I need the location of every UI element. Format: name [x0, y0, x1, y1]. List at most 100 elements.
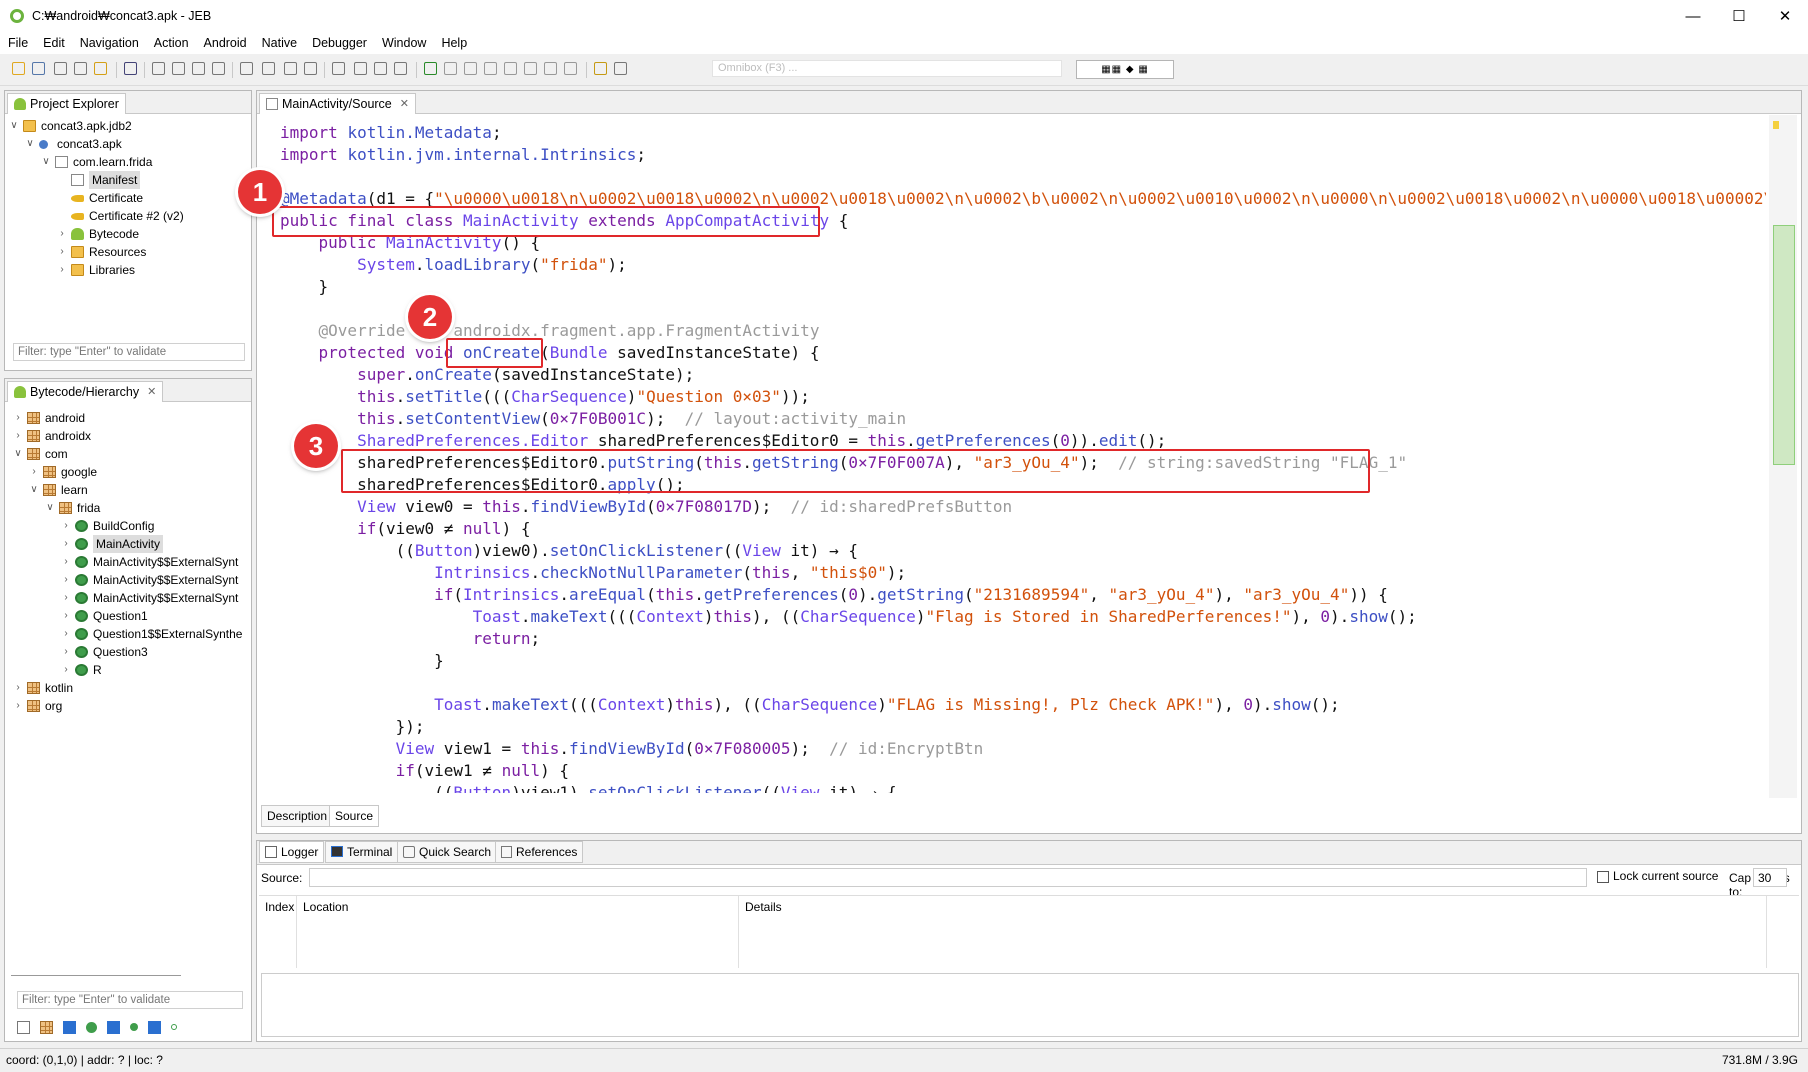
- expanded-chevron-icon[interactable]: ∨: [41, 153, 51, 171]
- code-line[interactable]: this.setContentView(0×7F0B001C); // layo…: [280, 408, 1766, 430]
- graph-icon[interactable]: [374, 62, 387, 75]
- tree-item[interactable]: › BuildConfig: [7, 517, 249, 535]
- memory-usage[interactable]: 731.8M / 3.9G: [1722, 1053, 1798, 1067]
- hierarchy-filter-input[interactable]: Filter: type "Enter" to validate: [17, 991, 243, 1009]
- collapsed-chevron-icon[interactable]: ›: [13, 409, 23, 427]
- tree-item[interactable]: › google: [7, 463, 249, 481]
- code-line[interactable]: });: [280, 716, 1766, 738]
- code-line[interactable]: [280, 298, 1766, 320]
- expanded-chevron-icon[interactable]: ∨: [25, 135, 35, 153]
- collapsed-chevron-icon[interactable]: ›: [57, 243, 67, 261]
- tree-item[interactable]: › androidx: [7, 427, 249, 445]
- close-tab-icon[interactable]: ✕: [400, 97, 409, 110]
- details-text-area[interactable]: [261, 973, 1799, 1037]
- import-icon[interactable]: [152, 62, 165, 75]
- close-tab-icon[interactable]: ✕: [147, 385, 156, 398]
- settings-icon[interactable]: [54, 62, 67, 75]
- forward-icon[interactable]: [212, 62, 225, 75]
- expanded-chevron-icon[interactable]: ∨: [9, 117, 19, 135]
- tab-terminal[interactable]: Terminal: [325, 841, 399, 863]
- cap-results-input[interactable]: 30: [1753, 868, 1787, 887]
- comment-icon[interactable]: [284, 62, 297, 75]
- tree-item[interactable]: › Question3: [7, 643, 249, 661]
- tree-item[interactable]: › android: [7, 409, 249, 427]
- collapsed-chevron-icon[interactable]: ›: [61, 661, 71, 679]
- code-line[interactable]: ((Button)view1).setOnClickListener((View…: [280, 782, 1766, 793]
- expanded-chevron-icon[interactable]: ∨: [45, 499, 55, 517]
- collapsed-chevron-icon[interactable]: ›: [57, 261, 67, 279]
- refresh-icon[interactable]: [240, 62, 253, 75]
- code-line[interactable]: }: [280, 650, 1766, 672]
- code-line[interactable]: import kotlin.jvm.internal.Intrinsics;: [280, 144, 1766, 166]
- plugin-icon[interactable]: [594, 62, 607, 75]
- tab-quick-search[interactable]: Quick Search: [397, 841, 498, 863]
- tree-item[interactable]: ∨ concat3.apk: [7, 135, 249, 153]
- tree-item[interactable]: › Libraries: [7, 261, 249, 279]
- tree-item[interactable]: Certificate #2 (v2): [7, 207, 249, 225]
- code-line[interactable]: ((Button)view0).setOnClickListener((View…: [280, 540, 1766, 562]
- column-details[interactable]: Details: [739, 896, 1767, 968]
- collapsed-chevron-icon[interactable]: ›: [61, 643, 71, 661]
- pause-icon[interactable]: [464, 62, 477, 75]
- menu-edit[interactable]: Edit: [43, 36, 65, 50]
- collapsed-chevron-icon[interactable]: ›: [13, 427, 23, 445]
- play-icon[interactable]: [444, 62, 457, 75]
- step-icon[interactable]: [504, 62, 517, 75]
- xref-icon[interactable]: [394, 62, 407, 75]
- tab-project-explorer[interactable]: Project Explorer: [7, 93, 126, 114]
- checkbox-icon[interactable]: [17, 1020, 30, 1034]
- code-line[interactable]: System.loadLibrary("frida");: [280, 254, 1766, 276]
- menu-file[interactable]: File: [8, 36, 28, 50]
- script-icon[interactable]: [614, 62, 627, 75]
- lock-source-checkbox[interactable]: [1597, 871, 1609, 883]
- menu-window[interactable]: Window: [382, 36, 426, 50]
- collapsed-chevron-icon[interactable]: ›: [13, 697, 23, 715]
- column-location[interactable]: Location: [297, 896, 739, 968]
- checked-box-icon[interactable]: [107, 1020, 120, 1034]
- doc-icon[interactable]: [304, 62, 317, 75]
- tree-item[interactable]: ∨ learn: [7, 481, 249, 499]
- menu-android[interactable]: Android: [204, 36, 247, 50]
- column-index[interactable]: Index: [259, 896, 297, 968]
- tree-item[interactable]: › MainActivity$$ExternalSynt: [7, 553, 249, 571]
- maximize-button[interactable]: ☐: [1716, 0, 1762, 32]
- tree-item[interactable]: ∨ frida: [7, 499, 249, 517]
- open-icon[interactable]: [12, 62, 25, 75]
- export-icon[interactable]: [172, 62, 185, 75]
- step-over-icon[interactable]: [544, 62, 557, 75]
- stop-icon[interactable]: [484, 62, 497, 75]
- code-line[interactable]: return;: [280, 628, 1766, 650]
- checked-box-icon[interactable]: [148, 1020, 161, 1034]
- code-line[interactable]: View view1 = this.findViewById(0×7F08000…: [280, 738, 1766, 760]
- tree-item[interactable]: Manifest: [7, 171, 249, 189]
- back-icon[interactable]: [192, 62, 205, 75]
- code-line[interactable]: View view0 = this.findViewById(0×7F08017…: [280, 496, 1766, 518]
- collapsed-chevron-icon[interactable]: ›: [13, 679, 23, 697]
- omnibox-input[interactable]: Omnibox (F3) ...: [712, 60, 1062, 77]
- step-out-icon[interactable]: [564, 62, 577, 75]
- menu-navigation[interactable]: Navigation: [80, 36, 139, 50]
- code-line[interactable]: this.setTitle(((CharSequence)"Question 0…: [280, 386, 1766, 408]
- edit-icon[interactable]: [262, 62, 275, 75]
- collapsed-chevron-icon[interactable]: ›: [61, 625, 71, 643]
- code-line[interactable]: if(view0 ≠ null) {: [280, 518, 1766, 540]
- editor-scrollbar[interactable]: [1769, 115, 1797, 798]
- code-line[interactable]: Intrinsics.checkNotNullParameter(this, "…: [280, 562, 1766, 584]
- warning-icon[interactable]: [94, 62, 107, 75]
- collapsed-chevron-icon[interactable]: ›: [61, 553, 71, 571]
- tab-bytecode-hierarchy[interactable]: Bytecode/Hierarchy ✕: [7, 381, 164, 402]
- menu-native[interactable]: Native: [262, 36, 297, 50]
- code-line[interactable]: import kotlin.Metadata;: [280, 122, 1766, 144]
- tree-item[interactable]: ∨ com: [7, 445, 249, 463]
- perspective-button[interactable]: ▦▦ ◆ ▦: [1076, 60, 1174, 79]
- menu-action[interactable]: Action: [154, 36, 189, 50]
- close-button[interactable]: ✕: [1762, 0, 1808, 32]
- code-line[interactable]: }: [280, 276, 1766, 298]
- package-filter-icon[interactable]: [40, 1020, 53, 1034]
- tree-item[interactable]: › MainActivity$$ExternalSynt: [7, 571, 249, 589]
- tree-item[interactable]: ∨ com.learn.frida: [7, 153, 249, 171]
- code-line[interactable]: Toast.makeText(((Context)this), ((CharSe…: [280, 606, 1766, 628]
- debug-icon[interactable]: [424, 62, 437, 75]
- code-line[interactable]: [280, 672, 1766, 694]
- step-into-icon[interactable]: [524, 62, 537, 75]
